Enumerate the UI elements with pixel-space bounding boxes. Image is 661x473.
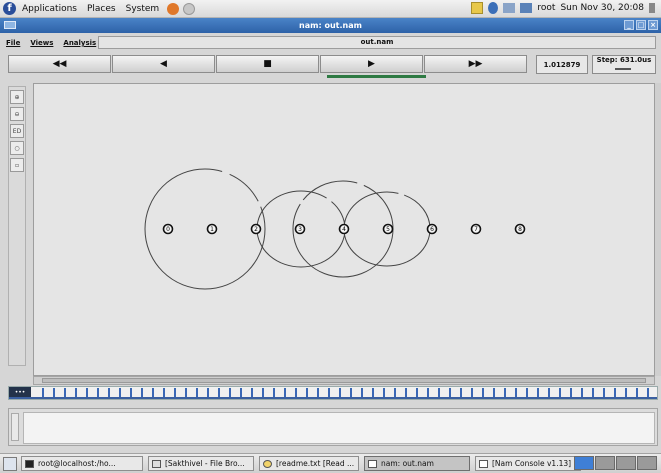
minimize-icon[interactable]: _ — [624, 20, 634, 30]
edit-tool-button[interactable]: ED — [10, 124, 24, 138]
node-tool-icon[interactable]: ▫ — [10, 158, 24, 172]
node-label: 2 — [254, 226, 258, 233]
help-icon[interactable] — [183, 2, 196, 15]
node-label: 8 — [518, 226, 522, 233]
top-panel: f Applications Places System root Sun No… — [0, 0, 661, 18]
stop-button[interactable]: ■ — [216, 55, 319, 73]
network-icon[interactable] — [488, 2, 499, 14]
fast-forward-button[interactable]: ▶▶ — [424, 55, 527, 73]
taskbar: root@localhost:/ho... [Sakthivel - File … — [0, 453, 661, 473]
task-label: nam: out.nam — [381, 459, 434, 468]
menu-bar: File Views Analysis out.nam — [0, 35, 661, 51]
circle-tool-icon[interactable]: ○ — [10, 141, 24, 155]
notification-icon[interactable] — [471, 2, 484, 14]
network-node[interactable]: 7 — [470, 223, 482, 235]
node-label: 1 — [210, 226, 214, 233]
close-icon[interactable]: × — [648, 20, 658, 30]
menu-views[interactable]: Views — [30, 39, 53, 47]
system-menu[interactable]: System — [126, 4, 160, 14]
places-menu[interactable]: Places — [87, 4, 116, 14]
network-node[interactable]: 5 — [382, 223, 394, 235]
workspace-switcher — [574, 456, 657, 470]
task-nam[interactable]: nam: out.nam — [364, 456, 470, 471]
horizontal-scrollbar-thumb[interactable] — [42, 378, 646, 383]
play-active-indicator — [327, 75, 426, 78]
node-label: 3 — [298, 226, 302, 233]
text-editor-icon — [263, 459, 272, 468]
network-node[interactable]: 0 — [162, 223, 174, 235]
panel-tray: root Sun Nov 30, 20:08 — [471, 2, 655, 14]
task-nam-console[interactable]: [Nam Console v1.13] — [475, 456, 581, 471]
trace-file-name: out.nam — [98, 36, 656, 49]
step-control[interactable]: Step: 631.0us — [592, 55, 656, 74]
node-layer: 0 1 2 3 4 5 6 7 8 — [162, 223, 526, 235]
window-title-bar: nam: out.nam _ □ × — [0, 18, 661, 33]
annotation-panel — [8, 408, 658, 446]
network-node[interactable]: 8 — [514, 223, 526, 235]
update-icon[interactable] — [520, 3, 533, 13]
display-icon[interactable] — [503, 3, 516, 13]
annotation-list[interactable] — [23, 412, 655, 444]
window-title: nam: out.nam — [299, 21, 362, 30]
network-node[interactable]: 3 — [294, 223, 306, 235]
horizontal-scrollbar[interactable] — [33, 376, 655, 385]
play-button[interactable]: ▶ — [320, 55, 423, 73]
window-icon — [479, 459, 488, 468]
annotation-scroll[interactable] — [11, 413, 19, 441]
vertical-scrollbar[interactable] — [655, 83, 661, 376]
timeline-baseline — [9, 397, 657, 399]
timeline[interactable]: ••• — [8, 386, 658, 400]
step-label: Step: 631.0us — [596, 56, 652, 64]
fedora-logo-icon[interactable]: f — [3, 2, 16, 15]
time-display: 1.012879 — [536, 55, 588, 74]
zoom-in-icon[interactable]: ⊕ — [10, 90, 24, 104]
step-back-button[interactable]: ◀ — [112, 55, 215, 73]
rewind-button[interactable]: ◀◀ — [8, 55, 111, 73]
task-text-editor[interactable]: [readme.txt [Read ... — [259, 456, 359, 471]
node-label: 5 — [386, 226, 390, 233]
node-label: 6 — [430, 226, 434, 233]
network-node[interactable]: 6 — [426, 223, 438, 235]
network-graph: 0 1 2 3 4 5 6 7 8 — [144, 168, 526, 290]
workspace-1[interactable] — [574, 456, 594, 470]
task-file-browser[interactable]: [Sakthivel - File Bro... — [148, 456, 254, 471]
node-label: 0 — [166, 226, 170, 233]
terminal-icon — [25, 459, 34, 468]
show-desktop-icon[interactable] — [3, 456, 17, 471]
workspace-2[interactable] — [595, 456, 615, 470]
node-label: 7 — [474, 226, 478, 233]
menu-analysis[interactable]: Analysis — [63, 39, 96, 47]
task-label: [Nam Console v1.13] — [492, 459, 572, 468]
username: root — [537, 3, 556, 13]
tool-column: ⊕ ⊖ ED ○ ▫ — [8, 86, 26, 366]
task-terminal[interactable]: root@localhost:/ho... — [21, 456, 143, 471]
network-node[interactable]: 2 — [250, 223, 262, 235]
task-label: [readme.txt [Read ... — [276, 459, 355, 468]
network-node[interactable]: 1 — [206, 223, 218, 235]
maximize-icon[interactable]: □ — [636, 20, 646, 30]
zoom-out-icon[interactable]: ⊖ — [10, 107, 24, 121]
workspace-4[interactable] — [637, 456, 657, 470]
firefox-icon[interactable] — [167, 2, 180, 15]
playback-controls: ◀◀ ◀ ■ ▶ ▶▶ — [8, 55, 528, 75]
applications-menu[interactable]: Applications — [22, 4, 77, 14]
step-slider[interactable] — [615, 68, 631, 70]
animation-canvas[interactable]: 0 1 2 3 4 5 6 7 8 — [33, 83, 655, 376]
window-icon — [368, 459, 377, 468]
clock[interactable]: Sun Nov 30, 20:08 — [560, 3, 644, 13]
network-node[interactable]: 4 — [338, 223, 350, 235]
volume-icon[interactable] — [649, 3, 655, 13]
window-menu-icon[interactable] — [4, 21, 16, 29]
workspace-3[interactable] — [616, 456, 636, 470]
folder-icon — [152, 459, 161, 468]
menu-file[interactable]: File — [6, 39, 20, 47]
window-buttons: _ □ × — [624, 20, 658, 30]
node-label: 4 — [342, 226, 346, 233]
task-label: [Sakthivel - File Bro... — [165, 459, 245, 468]
task-label: root@localhost:/ho... — [38, 459, 116, 468]
